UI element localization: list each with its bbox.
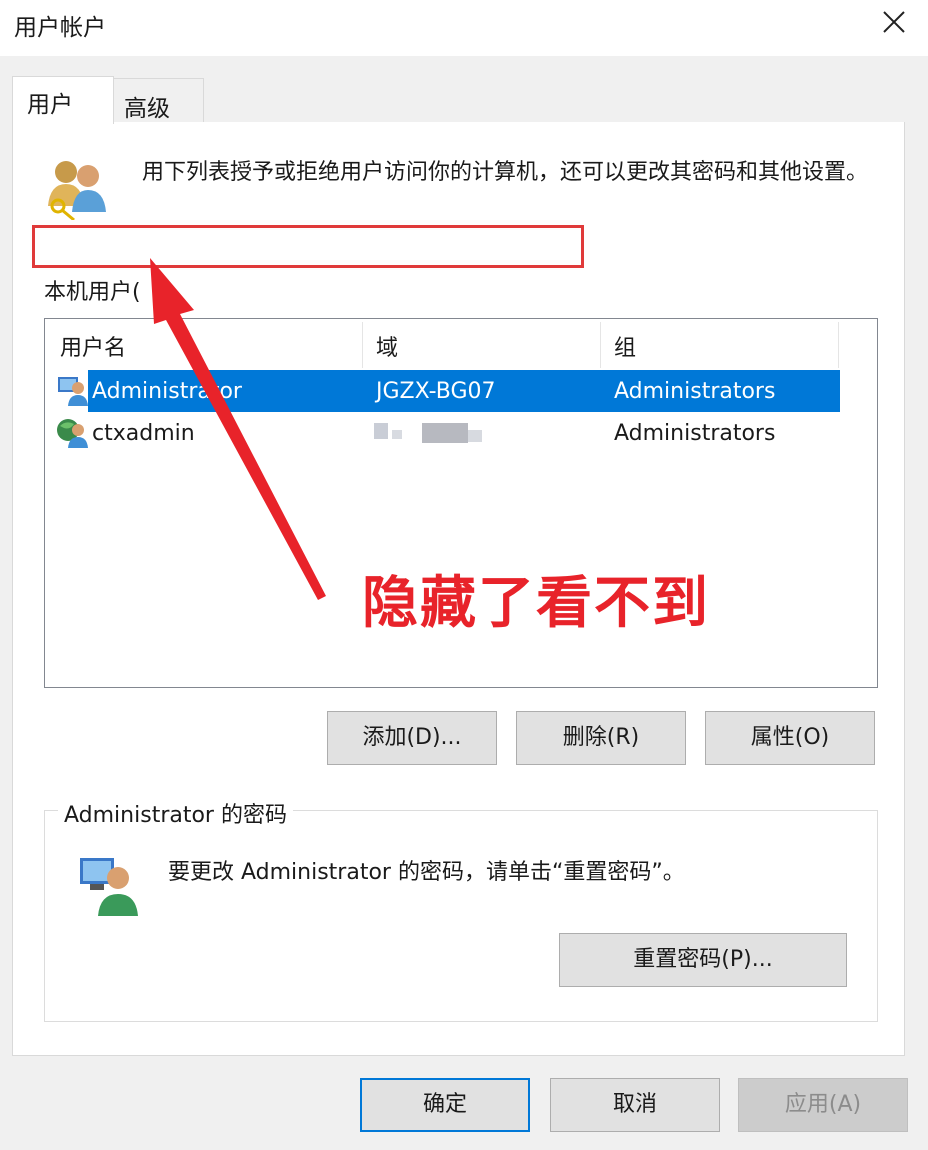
title-bar (0, 0, 928, 56)
column-separator (362, 322, 363, 368)
column-separator (838, 322, 839, 368)
blurred-domain (468, 430, 482, 442)
row-group: Administrators (614, 421, 776, 446)
blurred-domain (392, 430, 402, 439)
window-title: 用户帐户 (14, 15, 106, 41)
annotation-text: 隐藏了看不到 (362, 571, 710, 636)
description-text: 用下列表授予或拒绝用户访问你的计算机，还可以更改其密码和其他设置。 (142, 160, 869, 185)
reset-password-button[interactable]: 重置密码(P)... (559, 933, 847, 987)
cancel-button[interactable]: 取消 (550, 1078, 720, 1132)
column-group[interactable]: 组 (614, 330, 636, 362)
column-username[interactable]: 用户名 (60, 330, 126, 362)
row-domain: JGZX-BG07 (376, 379, 496, 404)
column-domain[interactable]: 域 (376, 330, 398, 362)
password-instruction: 要更改 Administrator 的密码，请单击“重置密码”。 (168, 860, 685, 885)
tab-advanced[interactable]: 高级 (114, 78, 204, 122)
admin-user-icon (56, 374, 88, 410)
blurred-domain (422, 423, 468, 443)
properties-button[interactable]: 属性(O) (705, 711, 875, 765)
user-computer-icon (76, 852, 140, 920)
close-icon[interactable] (878, 6, 910, 38)
red-arrow-icon (150, 258, 326, 600)
password-groupbox (44, 810, 878, 1022)
row-group: Administrators (614, 379, 776, 404)
password-group-title: Administrator 的密码 (58, 797, 293, 829)
add-button[interactable]: 添加(D)... (327, 711, 497, 765)
local-users-label: 本机用户( (44, 280, 141, 305)
domain-user-icon (56, 416, 88, 452)
blurred-domain (374, 423, 388, 439)
remove-button[interactable]: 删除(R) (516, 711, 686, 765)
tab-users[interactable]: 用户 (12, 76, 114, 124)
apply-button: 应用(A) (738, 1078, 908, 1132)
column-separator (600, 322, 601, 368)
users-keys-icon (44, 154, 110, 224)
ok-button[interactable]: 确定 (360, 1078, 530, 1132)
